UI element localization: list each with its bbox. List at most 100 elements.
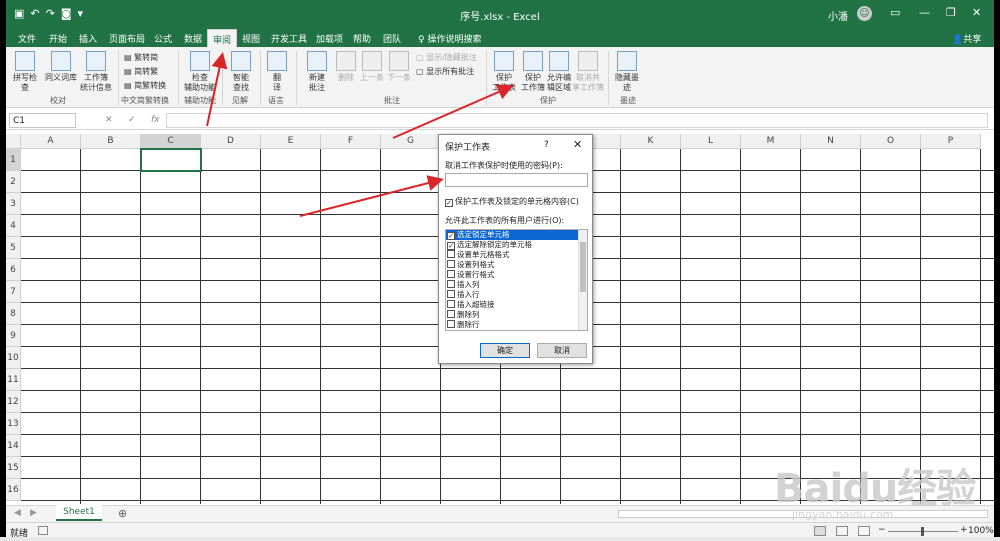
permission-item[interactable]: ✓ 选定锁定单元格 [446,230,587,240]
scrollbar-thumb[interactable] [580,242,586,292]
add-sheet-icon[interactable]: ⊕ [118,507,127,520]
formula-input[interactable] [166,113,988,128]
row-header[interactable]: 9 [6,325,21,347]
row-header[interactable]: 12 [6,391,21,413]
password-input[interactable] [445,173,588,187]
permission-item[interactable]: 删除行 [446,320,587,330]
scroll-left-icon[interactable]: ◀ [14,508,21,518]
column-header[interactable]: L [681,134,741,149]
help-icon[interactable]: ? [544,140,549,150]
tab-team[interactable]: 团队 [383,32,401,45]
cancel-icon[interactable]: ✕ [105,115,113,125]
workbook-stats-button[interactable]: 工作簿 统计信息 [80,51,112,93]
permission-item[interactable]: 插入超链接 [446,300,587,310]
tab-insert[interactable]: 插入 [79,32,97,45]
checkbox-checked-icon[interactable]: ✓ [447,232,455,240]
row-header[interactable]: 13 [6,413,21,435]
zoom-out-icon[interactable]: − [878,525,886,535]
spelling-button[interactable]: 拼写检查 [10,51,40,93]
permission-item[interactable]: 删除列 [446,310,587,320]
row-header[interactable]: 8 [6,303,21,325]
row-header[interactable]: 1 [6,149,21,171]
permission-item[interactable]: ✓ 选定解除锁定的单元格 [446,240,587,250]
row-header[interactable]: 16 [6,479,21,501]
zoom-slider-thumb[interactable] [921,527,924,536]
sheet-tab[interactable]: Sheet1 [56,505,102,521]
column-header[interactable]: G [381,134,441,149]
normal-view-icon[interactable] [814,526,826,536]
checkbox-checked-icon[interactable]: ✓ [447,242,455,250]
unshare-workbook-button[interactable]: 取消共 享工作簿 [572,51,604,93]
toggle-comment-button[interactable]: ▢ 显示/隐藏批注 [416,52,477,63]
checkbox-icon[interactable] [447,310,455,318]
tab-page-layout[interactable]: 页面布局 [109,32,145,45]
name-box[interactable]: C1 [9,113,76,128]
page-layout-view-icon[interactable] [836,526,848,536]
column-header[interactable]: N [801,134,861,149]
column-header[interactable]: K [621,134,681,149]
hide-ink-button[interactable]: 隐藏墨迹 [612,51,642,93]
smart-lookup-button[interactable]: 智能 查找 [226,51,256,93]
permission-item[interactable]: 插入行 [446,290,587,300]
scroll-right-icon[interactable]: ▶ [30,508,37,518]
page-break-view-icon[interactable] [858,526,870,536]
row-header[interactable]: 7 [6,281,21,303]
close-icon[interactable]: ✕ [573,138,582,151]
permission-item[interactable]: 设置行格式 [446,270,587,280]
cancel-button[interactable]: 取消 [537,343,587,358]
checkbox-icon[interactable] [447,270,455,278]
row-header[interactable]: 6 [6,259,21,281]
chinese-convert-button[interactable]: ▤ 简繁转换 [124,80,166,91]
row-header[interactable]: 11 [6,369,21,391]
macro-record-icon[interactable] [38,526,48,535]
checkbox-icon[interactable] [447,260,455,268]
checkbox-icon[interactable] [447,290,455,298]
ribbon-display-icon[interactable]: ▭ [890,6,900,19]
permission-item[interactable]: 插入列 [446,280,587,290]
checkbox-icon[interactable] [447,280,455,288]
allow-edit-ranges-button[interactable]: 允许编 辑区域 [546,51,572,93]
check-accessibility-button[interactable]: 检查 辅助功能 [182,51,218,93]
zoom-level[interactable]: 100% [968,526,994,536]
trad-to-simp-button[interactable]: ▤ 繁转简 [124,52,158,63]
row-header[interactable]: 14 [6,435,21,457]
row-header[interactable]: 2 [6,171,21,193]
row-header[interactable]: 10 [6,347,21,369]
next-comment-button[interactable]: 下一条 [386,51,412,83]
permission-item[interactable]: 设置列格式 [446,260,587,270]
tab-data[interactable]: 数据 [184,32,202,45]
tab-review[interactable]: 审阅 [207,29,238,47]
close-icon[interactable]: ✕ [972,6,981,19]
avatar[interactable]: ☺ [857,6,872,21]
ok-button[interactable]: 确定 [480,343,530,358]
select-all-corner[interactable] [6,134,21,149]
column-header[interactable]: B [81,134,141,149]
previous-comment-button[interactable]: 上一条 [359,51,385,83]
protect-sheet-button[interactable]: 保护 工作表 [490,51,518,93]
checkbox-icon[interactable] [447,250,455,258]
protect-contents-checkbox[interactable]: ✓ 保护工作表及锁定的单元格内容(C) [445,196,579,207]
enter-icon[interactable]: ✓ [128,115,136,125]
row-header[interactable]: 3 [6,193,21,215]
tab-addins[interactable]: 加载项 [316,32,343,45]
checkbox-icon[interactable] [447,300,455,308]
row-header[interactable]: 15 [6,457,21,479]
column-header[interactable]: C [141,134,201,149]
column-header[interactable]: E [261,134,321,149]
selected-cell[interactable] [140,148,202,172]
delete-comment-button[interactable]: 删除 [334,51,358,83]
column-header[interactable]: O [861,134,921,149]
permission-item[interactable]: 设置单元格格式 [446,250,587,260]
tab-file[interactable]: 文件 [18,32,36,45]
protect-workbook-button[interactable]: 保护 工作簿 [519,51,547,93]
permissions-list[interactable]: ✓ 选定锁定单元格 ✓ 选定解除锁定的单元格 设置单元格格式 设置列格式 设置行格式 插入列插… [445,229,588,331]
column-header[interactable]: M [741,134,801,149]
minimize-icon[interactable]: — [919,6,930,19]
translate-button[interactable]: 翻译 [264,51,290,93]
row-header[interactable]: 5 [6,237,21,259]
checkbox-icon[interactable] [447,320,455,328]
zoom-in-icon[interactable]: + [960,525,968,535]
show-all-comments-button[interactable]: ▢ 显示所有批注 [416,66,474,77]
tab-developer[interactable]: 开发工具 [271,32,307,45]
new-comment-button[interactable]: 新建 批注 [302,51,332,93]
